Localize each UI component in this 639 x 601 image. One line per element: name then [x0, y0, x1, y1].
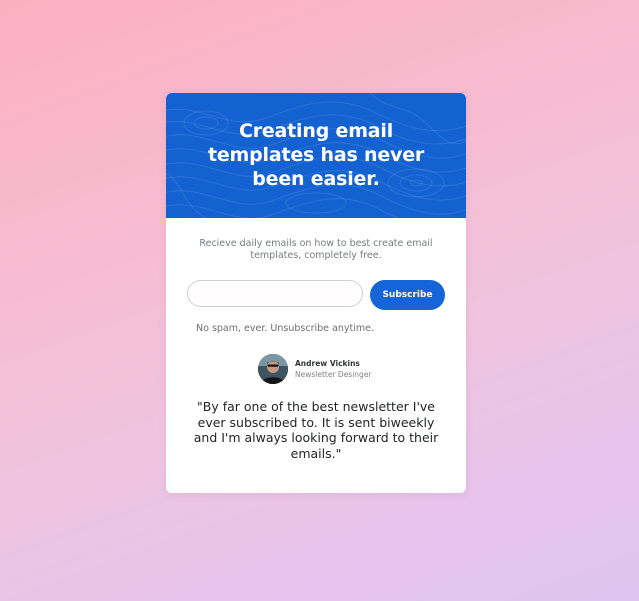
spam-note: No spam, ever. Unsubscribe anytime.: [196, 323, 374, 334]
author-name: Andrew Vickins: [295, 359, 360, 368]
person-avatar-icon: [258, 354, 288, 384]
headline: Creating email templates has never been …: [207, 120, 425, 190]
author-details: Andrew Vickins Newsletter Desinger: [295, 358, 372, 380]
author-role: Newsletter Desinger: [295, 370, 372, 379]
intro-text: Recieve daily emails on how to best crea…: [199, 238, 433, 261]
card-header: Creating email templates has never been …: [166, 93, 466, 218]
testimonial-quote: "By far one of the best newsletter I've …: [193, 399, 439, 461]
testimonial-author: Andrew Vickins Newsletter Desinger: [258, 353, 372, 385]
subscribe-button[interactable]: Subscribe: [370, 280, 445, 310]
avatar: [258, 354, 288, 384]
email-input[interactable]: [187, 280, 363, 307]
newsletter-card: Creating email templates has never been …: [166, 93, 466, 493]
